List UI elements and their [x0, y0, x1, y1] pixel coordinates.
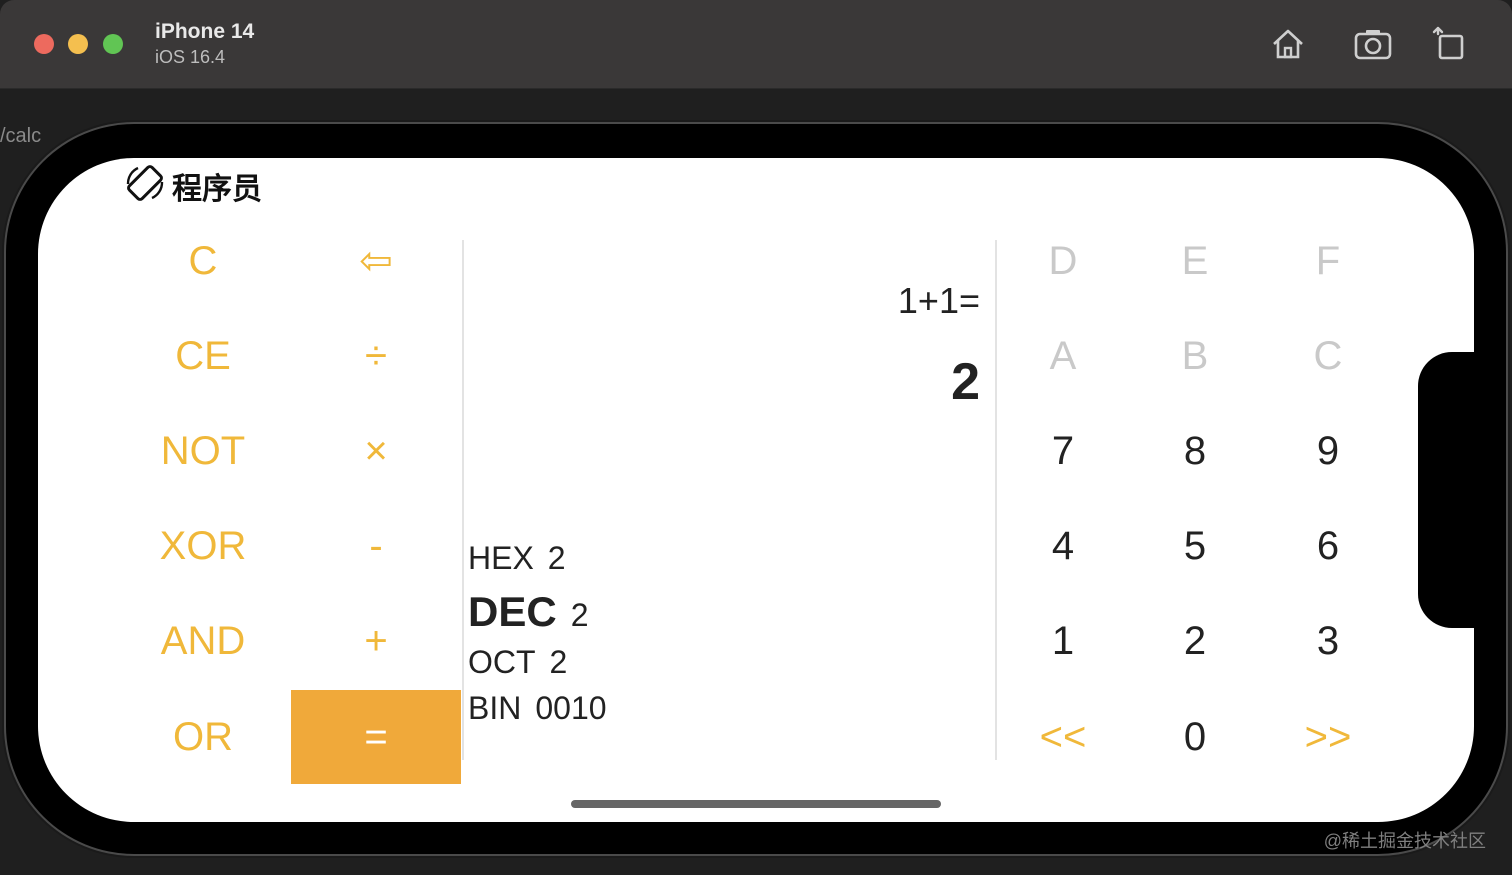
base-name: DEC	[468, 588, 557, 635]
simulator-title-bar: iPhone 14 iOS 16.4	[0, 0, 1512, 89]
subtract-button[interactable]: -	[291, 499, 461, 593]
base-hex[interactable]: HEX 2	[468, 540, 566, 577]
rotate-icon[interactable]	[1430, 24, 1470, 64]
base-dec[interactable]: DEC 2	[468, 588, 588, 636]
base-bin[interactable]: BIN 0010	[468, 690, 607, 727]
base-value: 2	[549, 644, 568, 680]
left-divider	[462, 240, 464, 760]
expression-display: 1+1=	[897, 280, 980, 321]
add-button[interactable]: +	[291, 594, 461, 688]
key-f[interactable]: F	[1243, 214, 1413, 308]
base-name: BIN	[468, 690, 522, 726]
clear-entry-button[interactable]: CE	[118, 309, 288, 403]
os-version: iOS 16.4	[155, 47, 226, 67]
divide-button[interactable]: ÷	[291, 309, 461, 403]
key-c[interactable]: C	[1243, 309, 1413, 403]
minimize-window-button[interactable]	[68, 34, 88, 54]
result-display: 2	[951, 353, 980, 411]
base-value: 2	[570, 597, 589, 633]
dynamic-notch	[1418, 352, 1478, 628]
background-code-hint: /calc	[0, 125, 42, 147]
shift-right-button[interactable]: >>	[1243, 690, 1413, 784]
base-name: HEX	[468, 540, 534, 576]
base-name: OCT	[468, 644, 536, 680]
close-window-button[interactable]	[34, 34, 54, 54]
phone-screen: 程序员 C ⇦ CE ÷ NOT × XOR - AND + OR = 1+1= 2 HEX 2 DE…	[38, 158, 1474, 822]
zoom-window-button[interactable]	[103, 34, 123, 54]
home-indicator	[571, 800, 941, 808]
home-icon[interactable]	[1268, 24, 1308, 64]
base-value: 0010	[535, 690, 607, 726]
multiply-button[interactable]: ×	[291, 404, 461, 498]
base-oct[interactable]: OCT 2	[468, 644, 567, 681]
rotate-device-icon	[124, 162, 166, 209]
and-button[interactable]: AND	[118, 594, 288, 688]
equals-button[interactable]: =	[291, 690, 461, 784]
backspace-button[interactable]: ⇦	[291, 214, 461, 308]
xor-button[interactable]: XOR	[118, 499, 288, 593]
or-button[interactable]: OR	[118, 690, 288, 784]
watermark: @稀土掘金技术社区	[1323, 831, 1486, 851]
mode-switcher[interactable]: 程序员	[124, 162, 262, 209]
key-6[interactable]: 6	[1243, 499, 1413, 593]
not-button[interactable]: NOT	[118, 404, 288, 498]
mode-label: 程序员	[172, 172, 262, 206]
key-3[interactable]: 3	[1243, 594, 1413, 688]
base-value: 2	[547, 540, 566, 576]
device-name: iPhone 14	[155, 20, 255, 43]
clear-button[interactable]: C	[118, 214, 288, 308]
key-9[interactable]: 9	[1243, 404, 1413, 498]
screenshot-icon[interactable]	[1353, 24, 1393, 64]
